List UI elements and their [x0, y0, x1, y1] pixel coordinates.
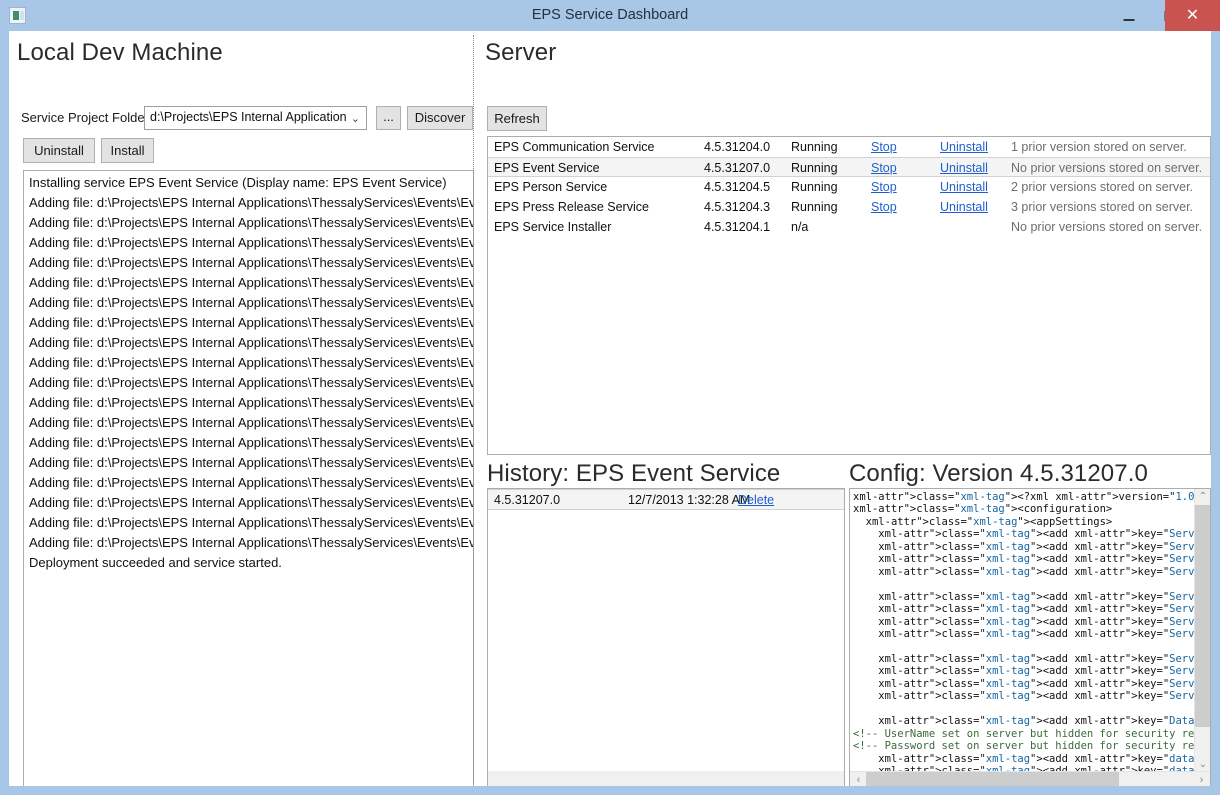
history-title: History: EPS Event Service: [487, 460, 781, 487]
service-project-folder-value: d:\Projects\EPS Internal Applications: [150, 110, 346, 124]
config-xml-text: xml-attr">class="xml-tag"><?xml xml-attr…: [853, 491, 1211, 786]
log-line: Adding file: d:\Projects\EPS Internal Ap…: [29, 435, 474, 450]
log-line: Adding file: d:\Projects\EPS Internal Ap…: [29, 355, 474, 370]
service-version: 4.5.31204.3: [704, 200, 771, 214]
close-icon: ✕: [1185, 6, 1200, 24]
service-status: Running: [791, 140, 838, 154]
log-line: Adding file: d:\Projects\EPS Internal Ap…: [29, 515, 474, 530]
services-list[interactable]: EPS Communication Service 4.5.31204.0 Runn…: [487, 136, 1211, 455]
log-line: Adding file: d:\Projects\EPS Internal Ap…: [29, 195, 474, 210]
stop-link[interactable]: Stop: [871, 158, 897, 178]
history-horizontal-scrollbar[interactable]: [488, 771, 844, 786]
log-line: Adding file: d:\Projects\EPS Internal Ap…: [29, 295, 474, 310]
service-version: 4.5.31207.0: [704, 161, 771, 175]
minimize-button[interactable]: [1108, 0, 1149, 31]
log-line: Adding file: d:\Projects\EPS Internal Ap…: [29, 235, 474, 250]
install-button[interactable]: Install: [101, 138, 154, 163]
table-row[interactable]: EPS Person Service 4.5.31204.5 Running Stop…: [488, 177, 1210, 197]
config-title: Config: Version 4.5.31207.0: [849, 460, 1148, 487]
uninstall-link[interactable]: Uninstall: [940, 177, 988, 197]
page-title-server: Server: [485, 39, 557, 66]
service-version: 4.5.31204.1: [704, 220, 771, 234]
service-note: 3 prior versions stored on server.: [1011, 200, 1194, 214]
stop-link[interactable]: Stop: [871, 137, 897, 157]
log-line: Adding file: d:\Projects\EPS Internal Ap…: [29, 415, 474, 430]
uninstall-link[interactable]: Uninstall: [940, 197, 988, 217]
service-version: 4.5.31204.0: [704, 140, 771, 154]
scrollbar-thumb-vertical[interactable]: [1195, 505, 1210, 727]
stop-link[interactable]: Stop: [871, 177, 897, 197]
scroll-up-icon[interactable]: ⌃: [1195, 489, 1210, 505]
chevron-down-icon: ⌄: [350, 113, 360, 125]
uninstall-link[interactable]: Uninstall: [940, 158, 988, 178]
browse-folder-button[interactable]: ...: [376, 106, 401, 130]
log-line: Deployment succeeded and service started…: [29, 555, 282, 570]
log-line: Adding file: d:\Projects\EPS Internal Ap…: [29, 315, 474, 330]
refresh-button[interactable]: Refresh: [487, 106, 547, 131]
service-note: 1 prior version stored on server.: [1011, 140, 1187, 154]
service-status: Running: [791, 161, 838, 175]
history-list[interactable]: 4.5.31207.0 12/7/2013 1:32:28 AM Delete: [487, 488, 845, 786]
uninstall-link[interactable]: Uninstall: [940, 137, 988, 157]
table-row[interactable]: EPS Press Release Service 4.5.31204.3 Runn…: [488, 197, 1210, 217]
log-line: Adding file: d:\Projects\EPS Internal Ap…: [29, 475, 474, 490]
uninstall-button[interactable]: Uninstall: [23, 138, 95, 163]
minimize-icon: [1123, 18, 1134, 21]
service-name: EPS Communication Service: [494, 140, 655, 154]
service-status: n/a: [791, 220, 809, 234]
service-note: No prior versions stored on server.: [1011, 220, 1203, 234]
service-status: Running: [791, 200, 838, 214]
log-line: Adding file: d:\Projects\EPS Internal Ap…: [29, 495, 474, 510]
service-name: EPS Person Service: [494, 180, 608, 194]
deployment-log-textbox[interactable]: Installing service EPS Event Service (Di…: [23, 170, 474, 786]
service-note: 2 prior versions stored on server.: [1011, 180, 1194, 194]
service-name: EPS Service Installer: [494, 220, 612, 234]
service-version: 4.5.31204.5: [704, 180, 771, 194]
log-line: Installing service EPS Event Service (Di…: [29, 175, 447, 190]
config-horizontal-scrollbar[interactable]: ‹ ›: [850, 771, 1210, 786]
scroll-left-icon[interactable]: ‹: [850, 772, 867, 786]
service-note: No prior versions stored on server.: [1011, 161, 1203, 175]
discover-button[interactable]: Discover: [407, 106, 473, 130]
app-window: EPS Service Dashboard ✕ Local Dev Machin…: [0, 0, 1220, 795]
title-bar: EPS Service Dashboard ✕: [0, 0, 1220, 31]
delete-link[interactable]: Delete: [738, 490, 774, 511]
service-status: Running: [791, 180, 838, 194]
service-name: EPS Event Service: [494, 161, 600, 175]
log-line: Adding file: d:\Projects\EPS Internal Ap…: [29, 395, 474, 410]
table-row[interactable]: EPS Service Installer 4.5.31204.1 n/a No pr…: [488, 217, 1210, 237]
service-project-folder-combobox[interactable]: d:\Projects\EPS Internal Applications ⌄: [144, 106, 367, 130]
table-row[interactable]: EPS Event Service 4.5.31207.0 Running Stop U…: [488, 157, 1210, 177]
log-line: Adding file: d:\Projects\EPS Internal Ap…: [29, 215, 474, 230]
log-line: Adding file: d:\Projects\EPS Internal Ap…: [29, 375, 474, 390]
log-line: Adding file: d:\Projects\EPS Internal Ap…: [29, 255, 474, 270]
log-line: Adding file: d:\Projects\EPS Internal Ap…: [29, 455, 474, 470]
log-line: Adding file: d:\Projects\EPS Internal Ap…: [29, 335, 474, 350]
scroll-right-icon[interactable]: ›: [1193, 772, 1210, 786]
panel-splitter[interactable]: [473, 35, 479, 783]
history-date: 12/7/2013 1:32:28 AM: [628, 493, 751, 507]
config-vertical-scrollbar[interactable]: ⌃ ⌄: [1194, 489, 1210, 773]
table-row[interactable]: EPS Communication Service 4.5.31204.0 Runn…: [488, 137, 1210, 157]
log-line: Adding file: d:\Projects\EPS Internal Ap…: [29, 275, 474, 290]
log-line: Adding file: d:\Projects\EPS Internal Ap…: [29, 535, 474, 550]
close-button[interactable]: ✕: [1165, 0, 1220, 31]
local-dev-machine-panel: Local Dev Machine Service Project Folder…: [9, 31, 474, 786]
scrollbar-thumb[interactable]: [866, 772, 1119, 786]
config-viewer[interactable]: xml-attr">class="xml-tag"><?xml xml-attr…: [849, 488, 1211, 786]
window-title: EPS Service Dashboard: [531, 7, 689, 23]
history-version: 4.5.31207.0: [494, 493, 561, 507]
history-rows: 4.5.31207.0 12/7/2013 1:32:28 AM Delete: [488, 489, 844, 510]
deployment-log-lines: Installing service EPS Event Service (Di…: [29, 173, 474, 573]
server-panel: Server Refresh EPS Communication Service…: [481, 31, 1211, 786]
stop-link[interactable]: Stop: [871, 197, 897, 217]
client-area: Local Dev Machine Service Project Folder…: [9, 31, 1211, 786]
service-name: EPS Press Release Service: [494, 200, 649, 214]
history-row[interactable]: 4.5.31207.0 12/7/2013 1:32:28 AM Delete: [488, 489, 844, 510]
page-title-local: Local Dev Machine: [17, 39, 223, 66]
service-project-folder-label: Service Project Folder:: [21, 110, 153, 125]
